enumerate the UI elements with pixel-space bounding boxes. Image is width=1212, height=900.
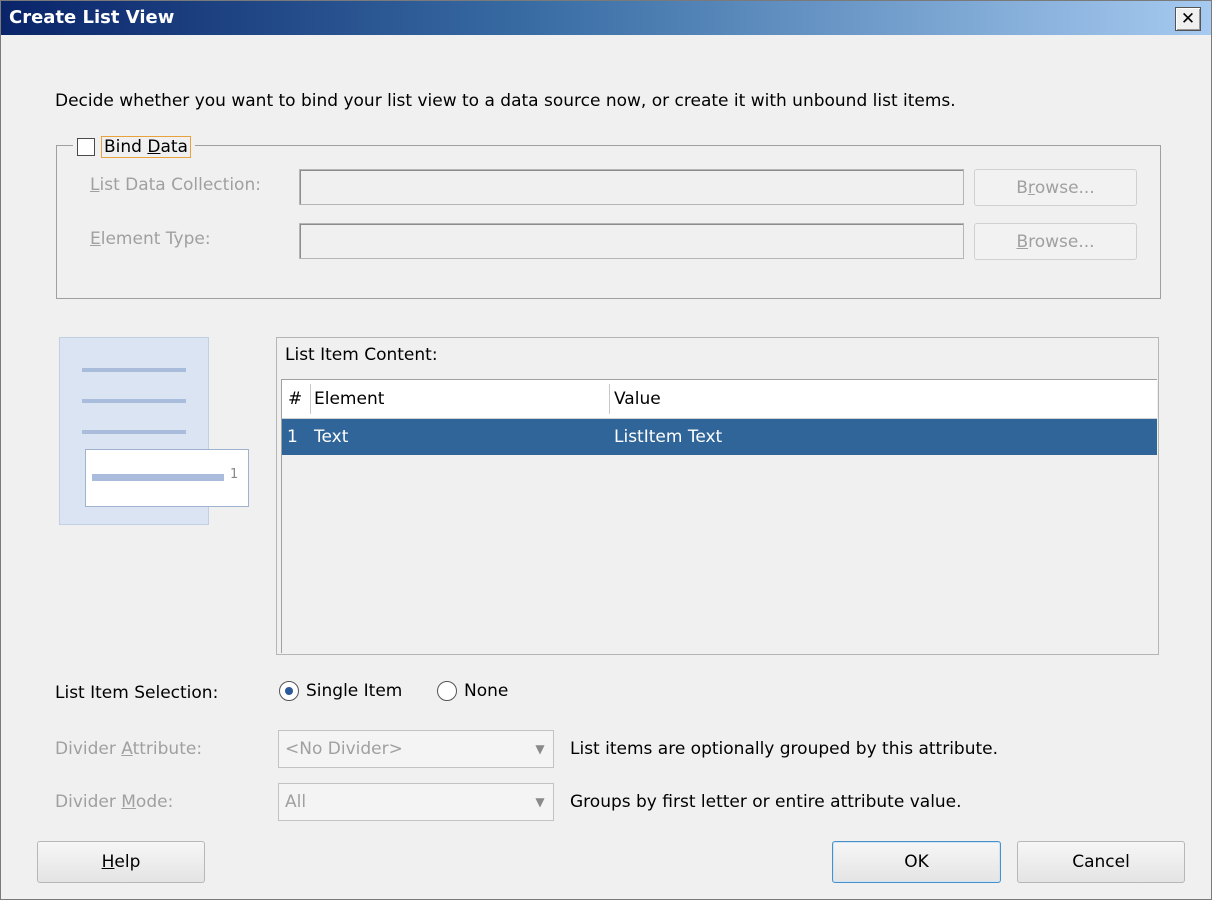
column-separator	[310, 384, 311, 414]
preview-line	[82, 399, 186, 403]
column-header-number[interactable]: #	[288, 380, 302, 418]
element-type-browse-button[interactable]: Browse...	[974, 223, 1137, 260]
preview-line	[82, 430, 186, 434]
create-list-view-dialog: Create List View ✕ Decide whether you wa…	[0, 0, 1212, 900]
bind-data-label[interactable]: Bind Data	[101, 136, 191, 158]
row-number: 1	[287, 427, 298, 447]
description-text: Decide whether you want to bind your lis…	[55, 91, 956, 111]
divider-attribute-label: Divider Attribute:	[55, 739, 203, 759]
row-value: ListItem Text	[614, 427, 723, 447]
single-item-label: Single Item	[306, 681, 403, 701]
divider-attribute-value: <No Divider>	[285, 739, 403, 759]
list-item-content-heading: List Item Content:	[285, 345, 438, 365]
cancel-button[interactable]: Cancel	[1017, 841, 1185, 883]
close-button[interactable]: ✕	[1175, 7, 1201, 31]
element-type-field[interactable]	[299, 223, 964, 259]
divider-attribute-select[interactable]: <No Divider> ▼	[278, 730, 554, 768]
help-button[interactable]: Help	[37, 841, 205, 883]
bind-data-checkbox[interactable]	[77, 138, 95, 156]
preview-card-number: 1	[230, 467, 239, 482]
list-item-selection-label: List Item Selection:	[55, 683, 219, 703]
column-header-element[interactable]: Element	[314, 380, 384, 418]
list-item-content-table[interactable]: # Element Value 1 Text ListItem Text	[281, 379, 1157, 653]
single-item-radio[interactable]	[279, 681, 299, 701]
title-bar: Create List View ✕	[1, 1, 1211, 35]
table-header: # Element Value	[282, 380, 1157, 419]
window-title: Create List View	[9, 7, 175, 28]
ok-button[interactable]: OK	[832, 841, 1001, 883]
none-radio[interactable]	[437, 681, 457, 701]
list-data-collection-field[interactable]	[299, 169, 964, 205]
column-header-value[interactable]: Value	[614, 380, 661, 418]
list-data-collection-label: List Data Collection:	[90, 175, 261, 195]
element-type-label: Element Type:	[90, 229, 211, 249]
divider-mode-value: All	[285, 792, 307, 812]
chevron-down-icon: ▼	[535, 795, 545, 809]
bind-data-checkbox-row[interactable]: Bind Data	[73, 133, 195, 161]
divider-mode-help: Groups by first letter or entire attribu…	[570, 792, 962, 812]
list-data-collection-browse-button[interactable]: Br owse...	[974, 169, 1137, 206]
radio-single-item[interactable]: Single Item	[279, 681, 402, 701]
column-separator	[609, 384, 610, 414]
radio-none[interactable]: None	[437, 681, 508, 701]
divider-mode-label: Divider Mode:	[55, 792, 174, 812]
close-icon: ✕	[1180, 9, 1196, 29]
none-label: None	[464, 681, 509, 701]
preview-list-item-card: 1	[85, 449, 249, 507]
preview-line	[82, 368, 186, 372]
chevron-down-icon: ▼	[535, 742, 545, 756]
divider-attribute-help: List items are optionally grouped by thi…	[570, 739, 999, 759]
divider-mode-select[interactable]: All ▼	[278, 783, 554, 821]
preview-card-line	[92, 474, 224, 481]
row-element: Text	[314, 427, 349, 447]
table-row[interactable]: 1 Text ListItem Text	[282, 419, 1157, 455]
